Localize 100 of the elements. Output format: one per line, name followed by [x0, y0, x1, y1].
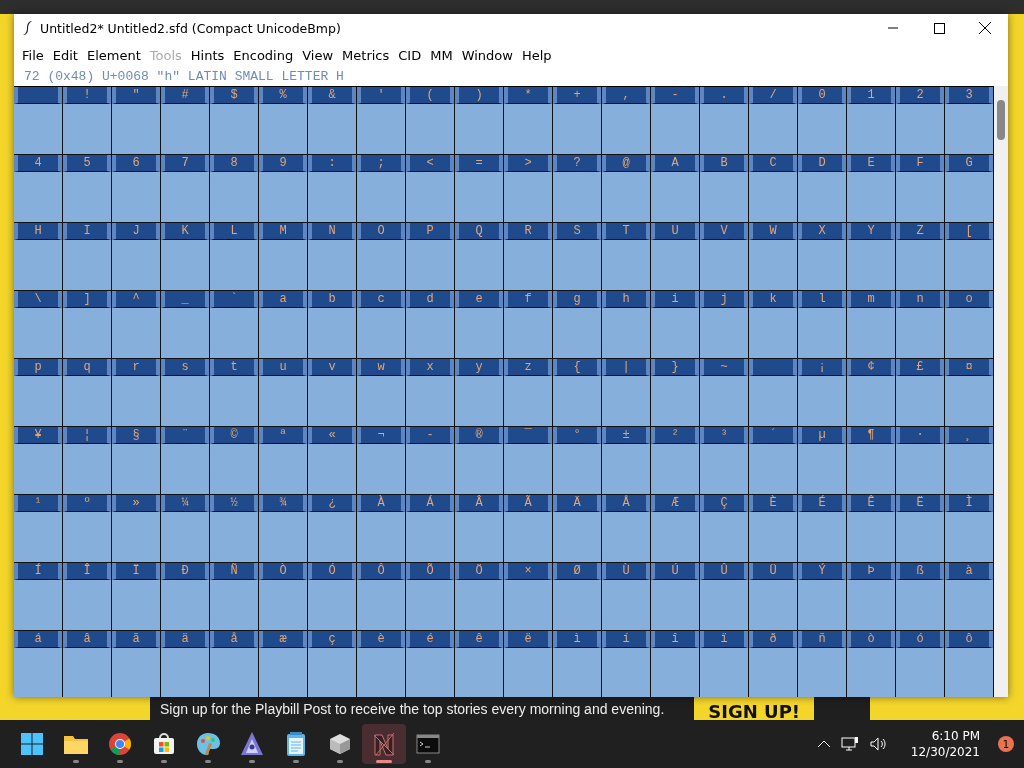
glyph-cell[interactable]: Ç — [700, 495, 749, 563]
glyph-cell[interactable]: ¤ — [945, 359, 994, 427]
glyph-cell[interactable]: e — [455, 291, 504, 359]
glyph-cell[interactable]: \ — [14, 291, 63, 359]
glyph-cell[interactable]: R — [504, 223, 553, 291]
glyph-cell[interactable]: u — [259, 359, 308, 427]
glyph-cell[interactable]: _ — [161, 291, 210, 359]
glyph-cell[interactable]: O — [357, 223, 406, 291]
menu-item[interactable]: CID — [394, 47, 426, 63]
glyph-cell[interactable]: ò — [847, 631, 896, 697]
glyph-cell[interactable]: ô — [945, 631, 994, 697]
glyph-cell[interactable]: | — [602, 359, 651, 427]
glyph-cell[interactable]: X — [798, 223, 847, 291]
glyph-cell[interactable]: ª — [259, 427, 308, 495]
glyph-cell[interactable]: m — [847, 291, 896, 359]
glyph-cell[interactable]: - — [406, 427, 455, 495]
menu-item[interactable]: Window — [457, 47, 517, 63]
notification-badge[interactable]: 1 — [998, 736, 1014, 752]
glyph-cell[interactable]: Ò — [259, 563, 308, 631]
glyph-cell[interactable]: F — [896, 155, 945, 223]
glyph-cell[interactable]: è — [357, 631, 406, 697]
glyph-cell[interactable]: ´ — [749, 427, 798, 495]
glyph-cell[interactable]: Ï — [112, 563, 161, 631]
glyph-cell[interactable]: 0 — [798, 87, 847, 155]
glyph-cell[interactable]: B — [700, 155, 749, 223]
menu-item[interactable]: Edit — [48, 47, 82, 63]
chevron-up-icon[interactable] — [816, 740, 831, 748]
glyph-cell[interactable]: S — [553, 223, 602, 291]
glyph-cell[interactable]: w — [357, 359, 406, 427]
glyph-cell[interactable]: ° — [553, 427, 602, 495]
glyph-cell[interactable]: Å — [602, 495, 651, 563]
glyph-cell[interactable]: × — [504, 563, 553, 631]
glyph-cell[interactable]: Û — [700, 563, 749, 631]
glyph-cell[interactable]: ' — [357, 87, 406, 155]
glyph-cell[interactable]: l — [798, 291, 847, 359]
glyph-cell[interactable]: o — [945, 291, 994, 359]
menu-item[interactable]: View — [298, 47, 338, 63]
glyph-cell[interactable]: Ð — [161, 563, 210, 631]
glyph-cell[interactable]: N — [308, 223, 357, 291]
menu-item[interactable]: Element — [82, 47, 145, 63]
glyph-cell[interactable]: 1 — [847, 87, 896, 155]
glyph-cell[interactable]: ½ — [210, 495, 259, 563]
glyph-cell[interactable]: A — [651, 155, 700, 223]
glyph-cell[interactable]: ¡ — [798, 359, 847, 427]
glyph-cell[interactable]: ó — [896, 631, 945, 697]
glyph-cell[interactable]: $ — [210, 87, 259, 155]
glyph-cell[interactable]: Ö — [455, 563, 504, 631]
glyph-cell[interactable]: É — [798, 495, 847, 563]
glyph-cell[interactable]: à — [945, 563, 994, 631]
glyph-cell[interactable]: ä — [161, 631, 210, 697]
glyph-cell[interactable]: Ã — [504, 495, 553, 563]
glyph-cell[interactable]: H — [14, 223, 63, 291]
glyph-cell[interactable]: # — [161, 87, 210, 155]
glyph-cell[interactable]: 4 — [14, 155, 63, 223]
glyph-cell[interactable]: æ — [259, 631, 308, 697]
glyph-cell[interactable]: & — [308, 87, 357, 155]
glyph-cell[interactable]: r — [112, 359, 161, 427]
glyph-cell[interactable]: Ê — [847, 495, 896, 563]
glyph-cell[interactable]: § — [112, 427, 161, 495]
glyph-cell[interactable]: ! — [63, 87, 112, 155]
glyph-cell[interactable]: Í — [14, 563, 63, 631]
glyph-cell[interactable]: ® — [455, 427, 504, 495]
glyph-cell[interactable]: ¬ — [357, 427, 406, 495]
glyph-cell[interactable]: v — [308, 359, 357, 427]
menu-item[interactable]: File — [18, 47, 48, 63]
glyph-cell[interactable]: ç — [308, 631, 357, 697]
glyph-cell[interactable]: ñ — [798, 631, 847, 697]
glyph-cell[interactable]: f — [504, 291, 553, 359]
glyph-cell[interactable]: ð — [749, 631, 798, 697]
glyph-cell[interactable]: < — [406, 155, 455, 223]
taskbar-app[interactable] — [362, 724, 406, 764]
menu-item[interactable]: Encoding — [229, 47, 298, 63]
glyph-cell[interactable]: Z — [896, 223, 945, 291]
glyph-cell[interactable]: ^ — [112, 291, 161, 359]
glyph-cell[interactable]: g — [553, 291, 602, 359]
glyph-cell[interactable]: Ì — [945, 495, 994, 563]
glyph-cell[interactable]: ß — [896, 563, 945, 631]
glyph-cell[interactable]: Ñ — [210, 563, 259, 631]
glyph-cell[interactable]: ³ — [700, 427, 749, 495]
glyph-cell[interactable]: E — [847, 155, 896, 223]
glyph-cell[interactable]: Ô — [357, 563, 406, 631]
glyph-cell[interactable]: 8 — [210, 155, 259, 223]
glyph-cell[interactable]: î — [651, 631, 700, 697]
glyph-cell[interactable]: â — [63, 631, 112, 697]
glyph-cell[interactable]: @ — [602, 155, 651, 223]
glyph-cell[interactable]: ¿ — [308, 495, 357, 563]
glyph-cell[interactable]: 7 — [161, 155, 210, 223]
glyph-cell[interactable]: h — [602, 291, 651, 359]
glyph-cell[interactable]: q — [63, 359, 112, 427]
glyph-cell[interactable]: µ — [798, 427, 847, 495]
glyph-cell[interactable]: ¦ — [63, 427, 112, 495]
glyph-cell[interactable]: Õ — [406, 563, 455, 631]
glyph-cell[interactable]: Ó — [308, 563, 357, 631]
glyph-cell[interactable]: Ø — [553, 563, 602, 631]
glyph-cell[interactable]: ) — [455, 87, 504, 155]
glyph-cell[interactable]: > — [504, 155, 553, 223]
glyph-cell[interactable]: é — [406, 631, 455, 697]
glyph-cell[interactable]: K — [161, 223, 210, 291]
glyph-cell[interactable]: P — [406, 223, 455, 291]
glyph-cell[interactable]: ï — [700, 631, 749, 697]
